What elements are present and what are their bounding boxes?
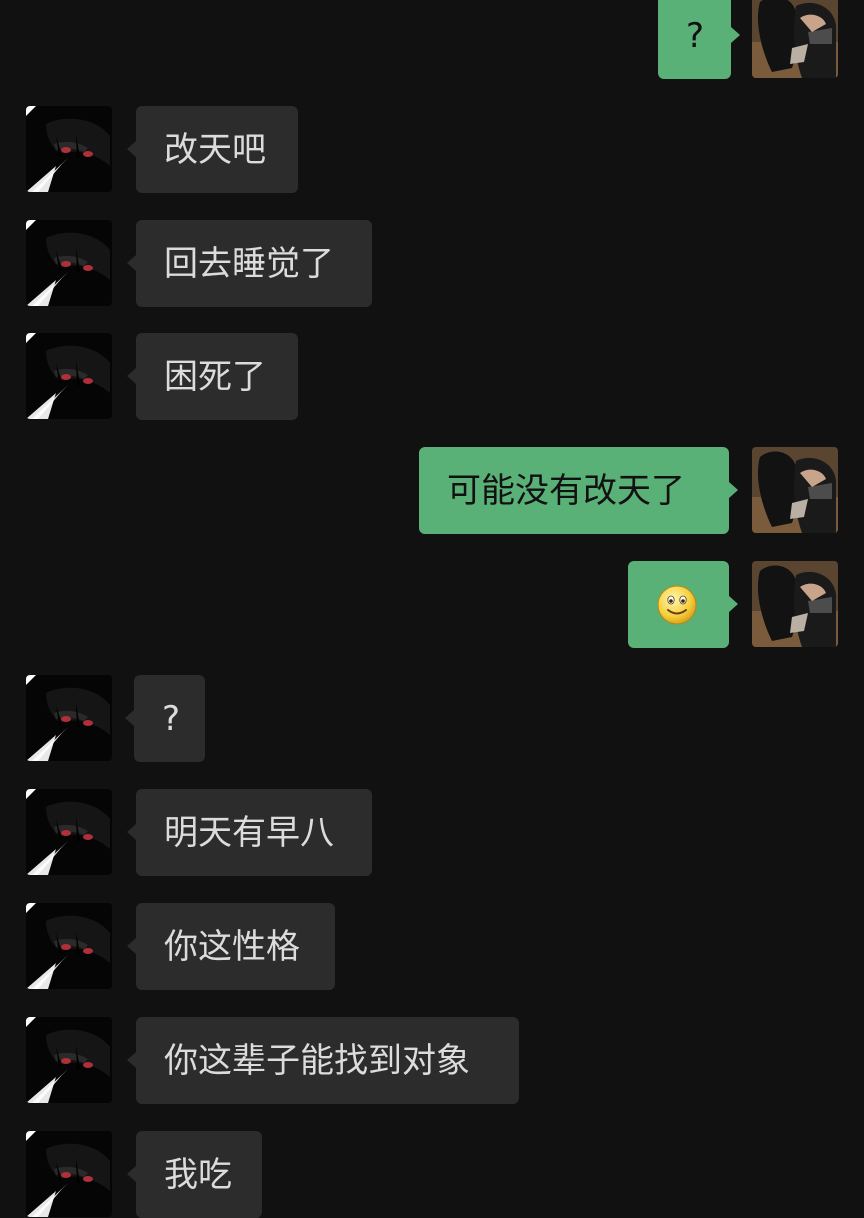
message-text: ? [686, 15, 705, 56]
contact-avatar-image [26, 903, 112, 989]
incoming-message-bubble[interactable]: 你这性格 [127, 903, 335, 990]
outgoing-message-bubble[interactable]: 可能没有改天了 [419, 447, 738, 534]
contact-avatar[interactable] [26, 333, 112, 419]
incoming-message-bubble[interactable]: ? [125, 675, 205, 762]
user-avatar[interactable] [752, 561, 838, 647]
message-text: 改天吧 [164, 129, 266, 170]
contact-avatar[interactable] [26, 675, 112, 761]
outgoing-message-bubble[interactable]: ? [658, 0, 740, 79]
user-avatar-image [752, 0, 838, 78]
contact-avatar-image [26, 789, 112, 875]
message-text: 回去睡觉了 [164, 243, 334, 284]
contact-avatar[interactable] [26, 903, 112, 989]
message-text: 我吃 [164, 1154, 232, 1195]
contact-avatar-image [26, 220, 112, 306]
outgoing-message-bubble[interactable] [628, 561, 738, 648]
message-text: 困死了 [164, 356, 266, 397]
contact-avatar-image [26, 106, 112, 192]
contact-avatar-image [26, 675, 112, 761]
contact-avatar[interactable] [26, 1017, 112, 1103]
contact-avatar[interactable] [26, 220, 112, 306]
incoming-message-bubble[interactable]: 我吃 [127, 1131, 262, 1218]
user-avatar-image [752, 447, 838, 533]
incoming-message-bubble[interactable]: 你这辈子能找到对象 [127, 1017, 519, 1104]
user-avatar-image [752, 561, 838, 647]
contact-avatar[interactable] [26, 1131, 112, 1217]
message-text: 可能没有改天了 [447, 470, 685, 511]
incoming-message-bubble[interactable]: 回去睡觉了 [127, 220, 372, 307]
contact-avatar-image [26, 1131, 112, 1217]
message-text: 你这性格 [164, 926, 300, 967]
message-text: ? [162, 698, 181, 739]
smiley-emoji-icon [657, 585, 697, 625]
user-avatar[interactable] [752, 0, 838, 78]
incoming-message-bubble[interactable]: 困死了 [127, 333, 298, 420]
user-avatar[interactable] [752, 447, 838, 533]
contact-avatar[interactable] [26, 789, 112, 875]
incoming-message-bubble[interactable]: 明天有早八 [127, 789, 372, 876]
contact-avatar-image [26, 1017, 112, 1103]
message-text: 你这辈子能找到对象 [164, 1040, 470, 1081]
contact-avatar[interactable] [26, 106, 112, 192]
incoming-message-bubble[interactable]: 改天吧 [127, 106, 298, 193]
message-text: 明天有早八 [164, 812, 334, 853]
contact-avatar-image [26, 333, 112, 419]
